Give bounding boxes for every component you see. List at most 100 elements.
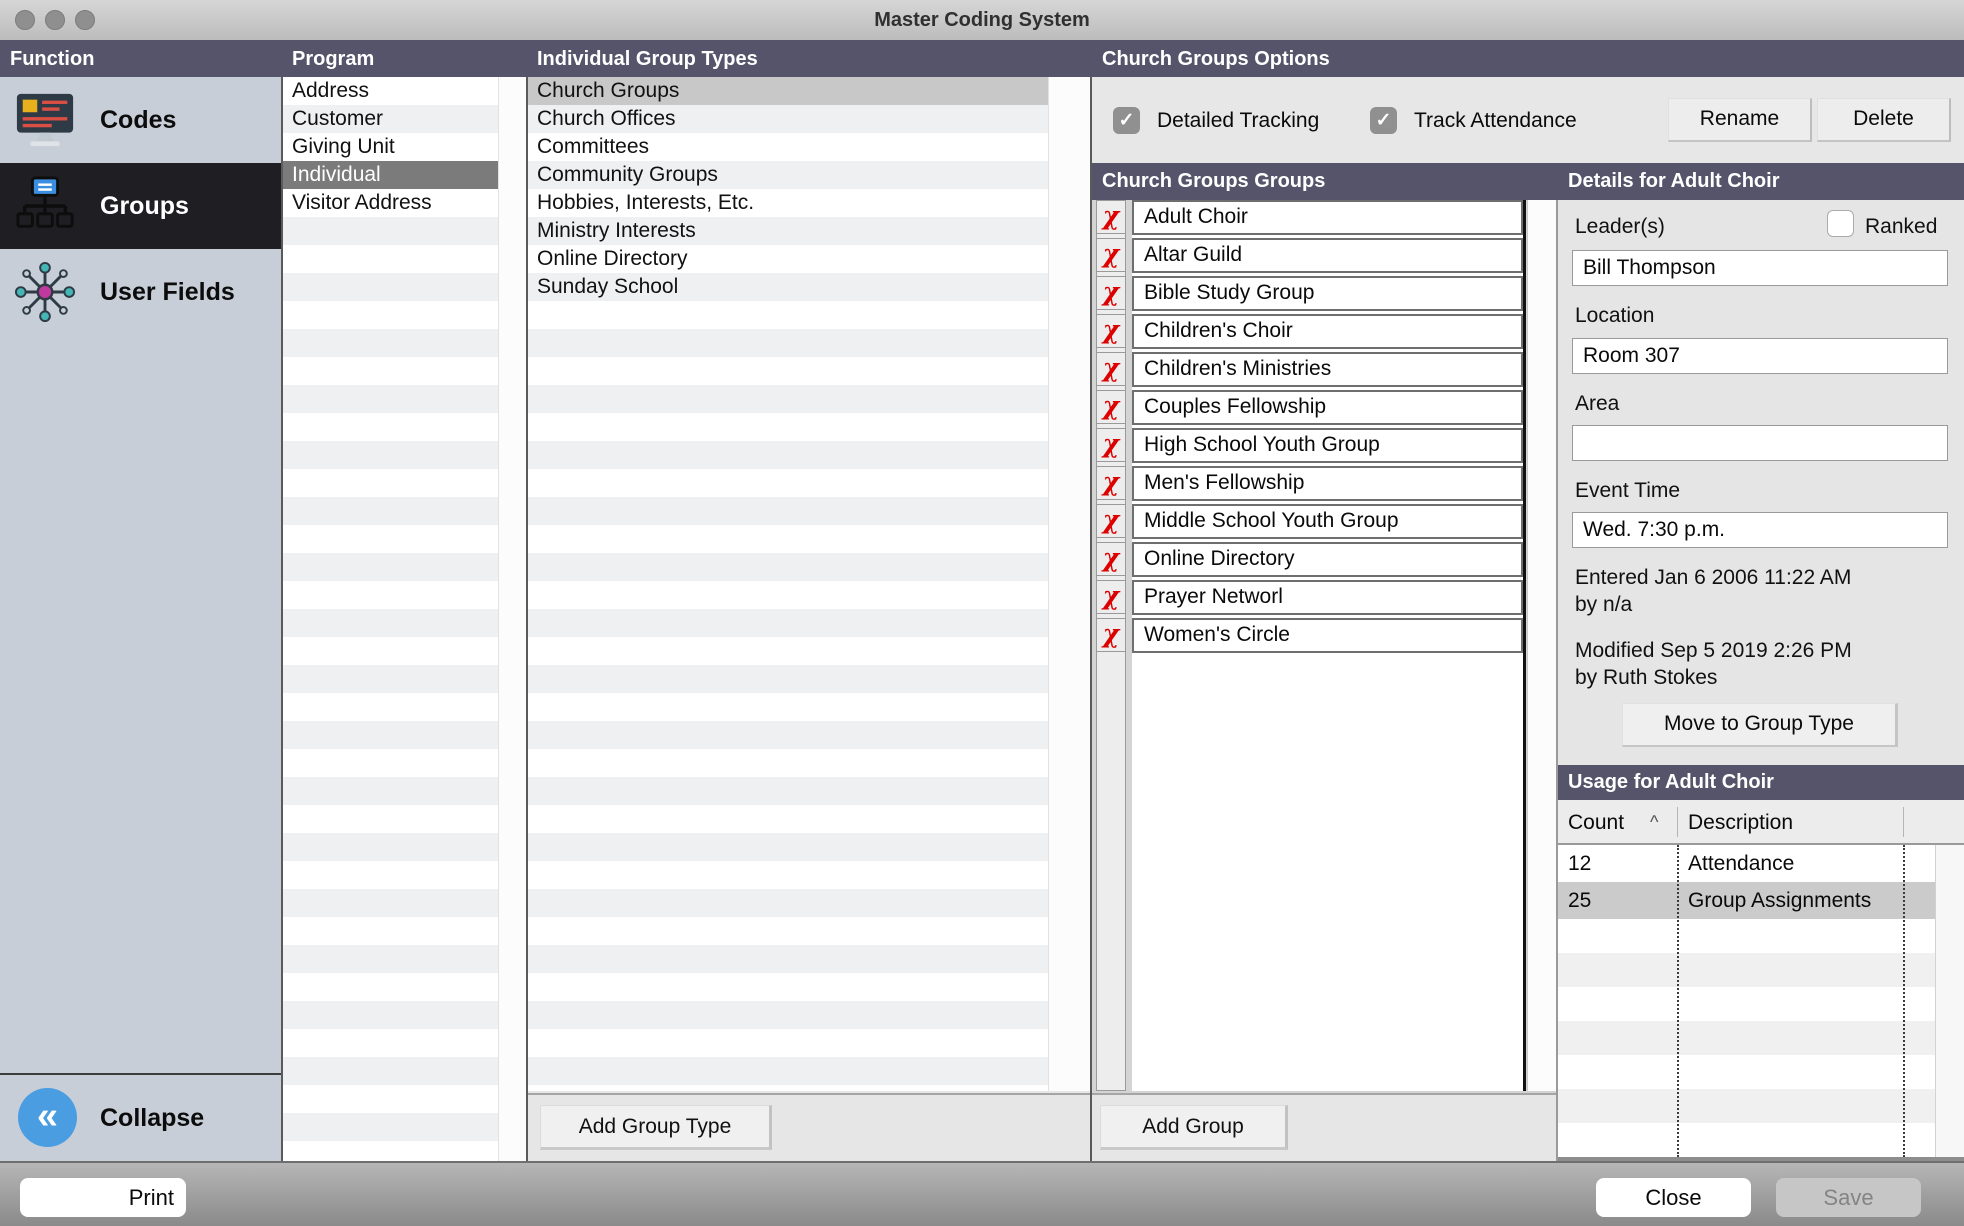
event-time-label: Event Time <box>1575 478 1680 504</box>
collapse-button[interactable]: « Collapse <box>0 1075 281 1161</box>
group-row-prayer-network[interactable]: Prayer Networl <box>1132 580 1523 615</box>
church-groups-panel: χ Adult Choir χ Altar Guild χ Bible Stud… <box>1092 200 1558 1093</box>
group-type-sunday-school[interactable]: Sunday School <box>528 273 1048 301</box>
track-attendance-label: Track Attendance <box>1414 107 1577 134</box>
usage-header-separator <box>1903 807 1904 837</box>
church-groups-groups-header: Church Groups Groups <box>1102 168 1325 194</box>
group-row-bible-study[interactable]: Bible Study Group <box>1132 276 1523 311</box>
group-type-community-groups[interactable]: Community Groups <box>528 161 1048 189</box>
group-type-committees[interactable]: Committees <box>528 133 1048 161</box>
modified-info: Modified Sep 5 2019 2:26 PMby Ruth Stoke… <box>1575 637 1955 691</box>
sort-ascending-icon[interactable]: ^ <box>1650 809 1658 836</box>
program-item-visitor-address[interactable]: Visitor Address <box>283 189 498 217</box>
usage-row-group-assignments[interactable]: 25 Group Assignments <box>1558 882 1935 919</box>
program-item-address[interactable]: Address <box>283 77 498 105</box>
header-options: Church Groups Options <box>1102 46 1330 72</box>
group-type-church-groups-selected[interactable]: Church Groups <box>528 77 1048 105</box>
group-type-hobbies[interactable]: Hobbies, Interests, Etc. <box>528 189 1048 217</box>
area-input[interactable] <box>1572 425 1948 461</box>
area-label: Area <box>1575 391 1619 417</box>
save-button-disabled[interactable]: Save <box>1776 1178 1921 1217</box>
delete-x-icon[interactable]: χ <box>1096 390 1126 424</box>
group-row-childrens-choir[interactable]: Children's Choir <box>1132 314 1523 349</box>
group-type-church-offices[interactable]: Church Offices <box>528 105 1048 133</box>
leaders-input[interactable] <box>1572 250 1948 286</box>
group-row-childrens-ministries[interactable]: Children's Ministries <box>1132 352 1523 387</box>
location-input[interactable] <box>1572 338 1948 374</box>
group-row-middle-school-youth[interactable]: Middle School Youth Group <box>1132 504 1523 539</box>
group-type-ministry-interests[interactable]: Ministry Interests <box>528 217 1048 245</box>
program-list <box>283 77 498 1161</box>
groups-scrollbar-track[interactable] <box>1527 200 1557 1091</box>
column-divider <box>1090 77 1092 1161</box>
usage-header-separator <box>1677 807 1678 837</box>
details-divider <box>1556 200 1558 1161</box>
groups-list-right-border <box>1523 200 1526 1091</box>
add-group-button[interactable]: Add Group <box>1100 1105 1288 1150</box>
location-label: Location <box>1575 303 1654 329</box>
group-types-scrollbar-track[interactable] <box>1048 77 1091 1091</box>
group-type-online-directory[interactable]: Online Directory <box>528 245 1048 273</box>
close-button[interactable]: Close <box>1596 1178 1751 1217</box>
usage-column-dotted-line <box>1677 845 1679 1157</box>
delete-x-icon[interactable]: χ <box>1096 200 1126 234</box>
sidebar-item-label: Groups <box>100 163 189 249</box>
program-item-customer[interactable]: Customer <box>283 105 498 133</box>
delete-x-icon[interactable]: χ <box>1096 314 1126 348</box>
add-group-type-button[interactable]: Add Group Type <box>540 1105 772 1150</box>
rename-button[interactable]: Rename <box>1668 98 1812 142</box>
group-row-mens-fellowship[interactable]: Men's Fellowship <box>1132 466 1523 501</box>
delete-button[interactable]: Delete <box>1817 98 1951 142</box>
section-band: Church Groups Groups Details for Adult C… <box>1092 163 1964 200</box>
usage-row-attendance[interactable]: 12 Attendance <box>1558 845 1935 882</box>
sidebar-item-user-fields[interactable]: User Fields <box>0 249 281 335</box>
details-panel: Leader(s) Ranked Location Area Event Tim… <box>1558 200 1964 765</box>
master-coding-system-window: Master Coding System Function Program In… <box>0 0 1964 1226</box>
move-to-group-type-button[interactable]: Move to Group Type <box>1622 703 1898 747</box>
leaders-label: Leader(s) <box>1575 214 1665 240</box>
delete-x-icon[interactable]: χ <box>1096 504 1126 538</box>
detailed-tracking-label: Detailed Tracking <box>1157 107 1319 134</box>
sidebar-item-groups[interactable]: Groups <box>0 163 281 249</box>
usage-scrollbar-track[interactable] <box>1935 845 1964 1157</box>
delete-x-icon[interactable]: χ <box>1096 238 1126 272</box>
group-row-couples-fellowship[interactable]: Couples Fellowship <box>1132 390 1523 425</box>
delete-x-icon[interactable]: χ <box>1096 466 1126 500</box>
header-group-types: Individual Group Types <box>537 46 758 72</box>
ranked-label: Ranked <box>1865 214 1937 240</box>
detailed-tracking-checkbox[interactable]: ✓ <box>1113 107 1140 134</box>
usage-col-count[interactable]: Count <box>1568 809 1624 836</box>
add-group-type-bar: Add Group Type <box>528 1093 1092 1161</box>
usage-empty-rows <box>1558 919 1935 1157</box>
window-title: Master Coding System <box>0 0 1964 40</box>
print-button[interactable]: Print <box>20 1178 186 1217</box>
usage-table-body: 12 Attendance 25 Group Assignments <box>1558 845 1935 1157</box>
details-header: Details for Adult Choir <box>1568 168 1779 194</box>
usage-table-header: Count ^ Description <box>1558 800 1964 845</box>
add-group-bar: Add Group <box>1092 1093 1558 1161</box>
group-row-adult-choir[interactable]: Adult Choir <box>1132 200 1523 235</box>
codes-monitor-icon <box>14 89 76 151</box>
program-item-individual-selected[interactable]: Individual <box>283 161 498 189</box>
usage-col-description[interactable]: Description <box>1688 809 1793 836</box>
delete-x-icon[interactable]: χ <box>1096 352 1126 386</box>
user-fields-asterisk-icon <box>14 261 76 323</box>
usage-header: Usage for Adult Choir <box>1568 769 1774 796</box>
ranked-checkbox[interactable] <box>1827 210 1854 237</box>
program-item-giving-unit[interactable]: Giving Unit <box>283 133 498 161</box>
event-time-input[interactable] <box>1572 512 1948 548</box>
delete-x-icon[interactable]: χ <box>1096 542 1126 576</box>
program-scrollbar-track[interactable] <box>498 77 527 1161</box>
delete-x-icon[interactable]: χ <box>1096 428 1126 462</box>
group-row-high-school-youth[interactable]: High School Youth Group <box>1132 428 1523 463</box>
delete-x-icon[interactable]: χ <box>1096 580 1126 614</box>
usage-column-dotted-line <box>1903 845 1905 1157</box>
delete-x-icon[interactable]: χ <box>1096 276 1126 310</box>
usage-band: Usage for Adult Choir <box>1558 765 1964 800</box>
group-row-womens-circle[interactable]: Women's Circle <box>1132 618 1523 653</box>
track-attendance-checkbox[interactable]: ✓ <box>1370 107 1397 134</box>
sidebar-item-codes[interactable]: Codes <box>0 77 281 163</box>
delete-x-icon[interactable]: χ <box>1096 618 1126 652</box>
group-row-altar-guild[interactable]: Altar Guild <box>1132 238 1523 273</box>
group-row-online-directory[interactable]: Online Directory <box>1132 542 1523 577</box>
